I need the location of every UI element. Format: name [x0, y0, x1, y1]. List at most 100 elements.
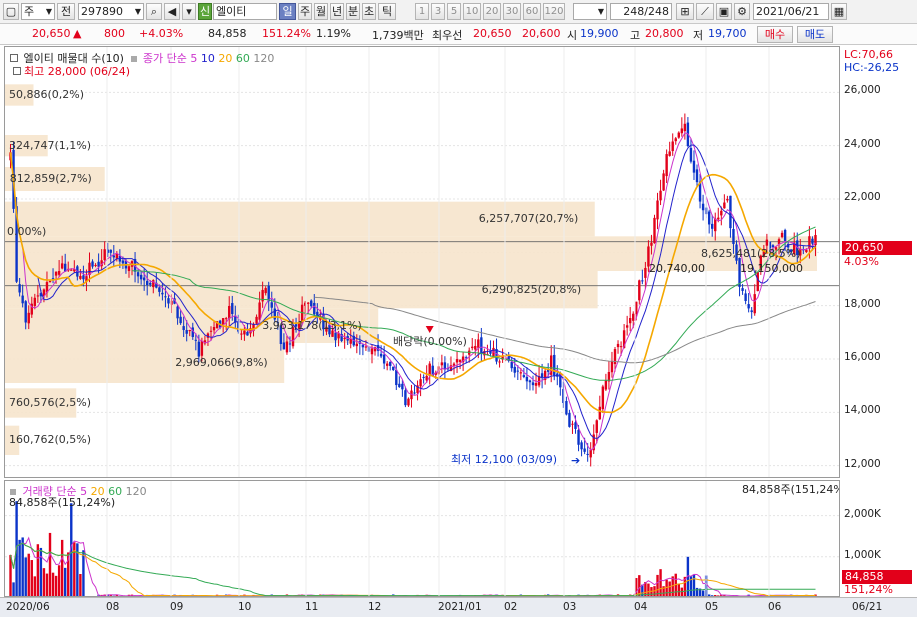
- grid-icon[interactable]: ⊞: [676, 3, 694, 20]
- volume-profile-label-2: 812,859(2,7%): [9, 172, 92, 185]
- interval-button-6[interactable]: 60: [523, 3, 541, 20]
- calendar-icon[interactable]: ▦: [831, 3, 847, 20]
- chevron-down-icon: ▼: [134, 7, 141, 16]
- interval-button-1[interactable]: 3: [431, 3, 445, 20]
- candle-216: [665, 154, 668, 177]
- price-chart-panel[interactable]: 50,886(0,2%) 324,747(1,1%) 812,859(2,7%) 6,…: [4, 46, 840, 478]
- window-menu-icon[interactable]: ▢: [3, 3, 19, 20]
- candle-224: [689, 147, 693, 162]
- candle-42: [136, 272, 140, 277]
- candle-187: [577, 429, 580, 445]
- volume-bar-216: [665, 579, 668, 596]
- price-axis[interactable]: LC:70,66 HC:-26,25 12,000 14,000 16,000 18,…: [840, 46, 917, 478]
- trend-icon[interactable]: ⟋: [696, 3, 714, 20]
- price-chart-canvas[interactable]: [5, 47, 840, 478]
- stock-code-input[interactable]: 297890 ▼: [78, 3, 144, 20]
- candle-77: [243, 330, 246, 335]
- candle-34: [112, 255, 115, 258]
- best-ask: 20,650: [473, 27, 512, 40]
- candle-44: [142, 277, 146, 281]
- buy-button[interactable]: 매수: [757, 26, 793, 43]
- interval-button-4[interactable]: 20: [483, 3, 501, 20]
- period-tab-5[interactable]: 초: [362, 3, 376, 20]
- candle-253: [777, 239, 781, 245]
- ma5-legend: 종가 단순 5: [142, 52, 198, 65]
- date-tick-1: 08: [106, 601, 120, 613]
- candle-169: [522, 375, 526, 377]
- volume-bar-212: [653, 586, 656, 596]
- candle-110: [343, 338, 346, 340]
- candle-211: [650, 242, 653, 246]
- date-field[interactable]: 2021/06/21: [753, 3, 829, 20]
- candle-58: [185, 330, 188, 334]
- best-bid: 20,600: [522, 27, 561, 40]
- interval-button-2[interactable]: 5: [447, 3, 461, 20]
- period-tab-1[interactable]: 주: [298, 3, 312, 20]
- period-tab-0[interactable]: 일: [279, 3, 296, 20]
- candle-228: [701, 203, 705, 211]
- date-tick-7: 02: [504, 601, 518, 613]
- candle-147: [455, 359, 459, 363]
- volume-bar-220: [677, 583, 680, 596]
- period-tab-6[interactable]: 틱: [378, 3, 396, 20]
- candle-221: [680, 128, 684, 134]
- interval-button-3[interactable]: 10: [463, 3, 481, 20]
- candle-8: [33, 297, 37, 306]
- speaker-icon[interactable]: ◀: [164, 3, 180, 20]
- stock-code-value: 297890: [81, 5, 123, 18]
- candle-27: [91, 261, 94, 267]
- candle-62: [197, 341, 201, 357]
- list-icon[interactable]: ▾: [182, 3, 196, 20]
- gear-icon[interactable]: ⚙: [734, 3, 750, 20]
- candle-173: [534, 383, 538, 386]
- candle-188: [580, 442, 583, 450]
- save-icon[interactable]: ▣: [716, 3, 732, 20]
- volume-axis[interactable]: 1,000K 2,000K 84,858 151,24%: [840, 480, 917, 597]
- candle-125: [389, 361, 392, 366]
- volume-bar-24: [82, 550, 85, 596]
- interval-button-7[interactable]: 120: [543, 3, 565, 20]
- volume-bar-23: [79, 574, 82, 596]
- best-quote-label: 최우선: [432, 29, 463, 42]
- candle-43: [139, 274, 143, 280]
- volume-tick-1: 2,000K: [844, 507, 881, 520]
- sell-button[interactable]: 매도: [797, 26, 833, 43]
- interval-select[interactable]: ▼: [573, 3, 607, 20]
- period-tab-3[interactable]: 년: [330, 3, 344, 20]
- candle-71: [224, 318, 228, 320]
- dividend-annotation: 배당락(0.00%): [393, 335, 467, 348]
- candle-114: [355, 343, 359, 347]
- stock-name-field[interactable]: 엘이티: [213, 3, 277, 20]
- candle-99: [310, 300, 313, 307]
- search-icon[interactable]: ⌕: [146, 3, 162, 20]
- candle-193: [595, 420, 598, 433]
- vp-legend-label: 엘이티 매물대 수(10): [23, 52, 124, 65]
- date-axis[interactable]: 2020/06 08 09 10 11 12 2021/01 02 03 04 05 06 06/21: [0, 597, 917, 617]
- period-tab-2[interactable]: 월: [314, 3, 328, 20]
- candle-209: [644, 267, 647, 278]
- volume-bar-1: [12, 582, 15, 596]
- candle-148: [458, 359, 462, 362]
- volume-ratio-flag: 151,24%: [844, 583, 893, 596]
- volume-profile-label-4: 8,625,481(28,5%): [701, 246, 801, 260]
- period-tab-4[interactable]: 분: [346, 3, 360, 20]
- date-tick-6: 2021/01: [438, 601, 482, 613]
- candle-235: [723, 202, 726, 209]
- volume-chart-panel[interactable]: 거래량 단순 5 20 60 120 84,858주(151,24%) 84,8…: [4, 480, 840, 597]
- ma10-legend: 10: [200, 52, 215, 65]
- current-price: 20,650: [32, 27, 71, 40]
- prev-toggle[interactable]: 전: [57, 3, 75, 20]
- market-select[interactable]: 주 ▼: [21, 3, 55, 20]
- volume-profile-label-1: 324,747(1,1%): [9, 138, 92, 152]
- bar-count-field[interactable]: 248/248: [610, 3, 672, 20]
- interval-button-5[interactable]: 30: [503, 3, 521, 20]
- change-pct-flag: 4.03%: [844, 255, 879, 268]
- candle-205: [632, 313, 635, 321]
- candle-45: [146, 280, 149, 285]
- candle-198: [610, 361, 614, 373]
- ma120-legend: 120: [253, 52, 275, 65]
- interval-button-0[interactable]: 1: [415, 3, 429, 20]
- candle-254: [780, 232, 784, 238]
- candle-153: [474, 345, 477, 350]
- candle-243: [747, 304, 750, 309]
